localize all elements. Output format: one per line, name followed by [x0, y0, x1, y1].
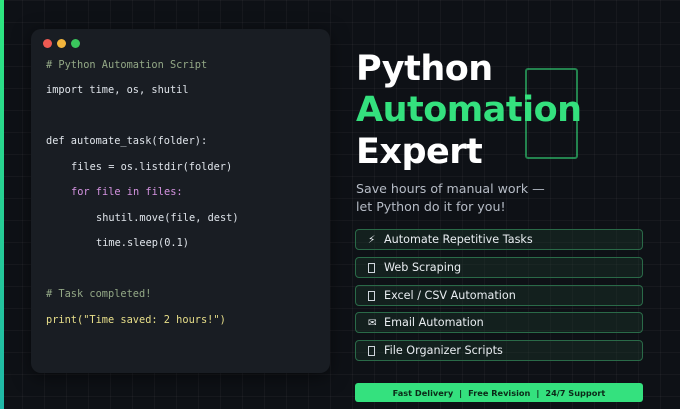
services-banner: Fast Delivery | Free Revision | 24/7 Sup…: [355, 383, 643, 402]
code-line-move: shutil.move(file, dest): [96, 212, 239, 224]
code-editor-window: # Python Automation Script import time, …: [31, 29, 330, 373]
window-controls: [43, 39, 80, 48]
code-line-done-comment: # Task completed!: [46, 288, 152, 300]
banner-separator: |: [459, 387, 463, 398]
title-python: Python: [356, 49, 493, 89]
code-line-files: files = os.listdir(folder): [71, 161, 233, 173]
code-line-import: import time, os, shutil: [46, 84, 189, 96]
maximize-dot-icon: [71, 39, 80, 48]
lightning-icon: ⚡: [368, 233, 376, 246]
feature-label: Excel / CSV Automation: [384, 289, 516, 302]
feature-web-scraping: Web Scraping: [355, 257, 643, 278]
feature-label: Web Scraping: [384, 261, 462, 274]
banner-support: 24/7 Support: [545, 387, 606, 398]
code-line-for: for file in files:: [71, 186, 183, 198]
web-icon: [368, 262, 375, 273]
code-line-sleep: time.sleep(0.1): [96, 237, 189, 249]
feature-automate-tasks: ⚡ Automate Repetitive Tasks: [355, 229, 643, 250]
code-line-comment: # Python Automation Script: [46, 59, 208, 71]
title-expert: Expert: [356, 132, 483, 172]
code-line-def: def automate_task(folder):: [46, 135, 208, 147]
subtitle-line-2: let Python do it for you!: [356, 199, 506, 214]
feature-label: File Organizer Scripts: [384, 344, 503, 357]
envelope-icon: ✉: [368, 316, 377, 329]
feature-excel-csv: Excel / CSV Automation: [355, 285, 643, 306]
code-line-print: print("Time saved: 2 hours!"): [46, 314, 226, 326]
feature-email-automation: ✉ Email Automation: [355, 312, 643, 333]
subtitle-line-1: Save hours of manual work —: [356, 181, 545, 196]
banner-free-revision: Free Revision: [468, 387, 531, 398]
left-accent-bar: [0, 0, 4, 409]
banner-separator: |: [536, 387, 540, 398]
minimize-dot-icon: [57, 39, 66, 48]
folder-icon: [368, 345, 375, 356]
feature-label: Email Automation: [384, 316, 484, 329]
feature-file-organizer: File Organizer Scripts: [355, 340, 643, 361]
spreadsheet-icon: [368, 290, 375, 301]
title-automation: Automation: [356, 90, 582, 130]
banner-fast-delivery: Fast Delivery: [392, 387, 454, 398]
close-dot-icon: [43, 39, 52, 48]
feature-label: Automate Repetitive Tasks: [384, 233, 533, 246]
